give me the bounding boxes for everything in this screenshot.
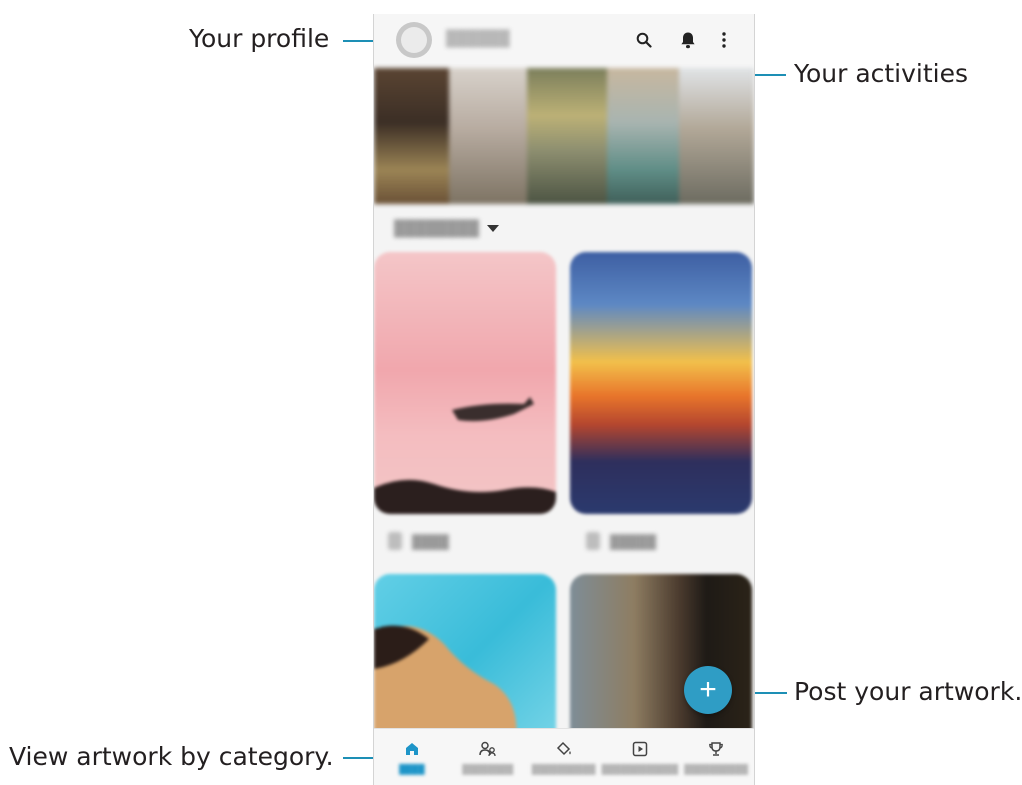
trophy-icon xyxy=(704,737,728,761)
search-icon[interactable] xyxy=(630,26,658,54)
nav-label-blurred: ████ xyxy=(399,764,425,774)
callout-post-artwork: Post your artwork. xyxy=(794,677,1022,706)
artwork-card[interactable] xyxy=(570,252,752,514)
artist-avatar xyxy=(586,532,600,550)
nav-item-home[interactable]: ████ xyxy=(374,729,450,785)
post-artwork-fab[interactable]: + xyxy=(684,666,732,714)
people-icon xyxy=(476,737,500,761)
dropdown-caret-icon xyxy=(487,225,500,232)
artwork-card[interactable] xyxy=(374,574,556,754)
discover-dropdown[interactable]: ████████ xyxy=(394,220,500,237)
callout-your-activities: Your activities xyxy=(794,59,969,88)
artwork-card[interactable] xyxy=(570,574,752,754)
nav-item-people[interactable]: ████████ xyxy=(450,729,526,785)
nav-label-blurred: ██████████ xyxy=(684,764,748,774)
callout-view-by-category: View artwork by category. xyxy=(9,742,334,771)
airplane-artwork xyxy=(374,397,556,514)
home-icon xyxy=(400,737,424,761)
nav-label-blurred: ████████████ xyxy=(601,764,679,774)
artwork-card[interactable] xyxy=(374,252,556,514)
nav-item-video[interactable]: ████████████ xyxy=(601,729,679,785)
artist-avatar xyxy=(388,532,402,550)
callout-your-profile: Your profile xyxy=(189,24,330,53)
bottom-navigation: ████ ████████ ██████████ ████████████ ██… xyxy=(374,728,754,785)
play-square-icon xyxy=(628,737,652,761)
paint-bucket-icon xyxy=(552,737,576,761)
bell-icon[interactable] xyxy=(674,26,702,54)
profile-username-blurred: ██████ xyxy=(446,30,510,47)
phone-screen: ██████ ████████ ████ █████ + ████ ██████… xyxy=(373,14,755,785)
discover-label-blurred: ████████ xyxy=(394,220,480,237)
nav-label-blurred: ████████ xyxy=(462,764,514,774)
artwork-meta-1: ████ xyxy=(388,532,449,550)
more-vertical-icon[interactable] xyxy=(710,26,738,54)
figure-artwork xyxy=(374,625,517,754)
profile-avatar[interactable] xyxy=(396,22,432,58)
featured-banner[interactable] xyxy=(374,68,754,204)
artwork-meta-2: █████ xyxy=(586,532,656,550)
nav-item-challenges[interactable]: ██████████ xyxy=(678,729,754,785)
artist-name-blurred: █████ xyxy=(610,533,657,549)
nav-label-blurred: ██████████ xyxy=(531,764,596,774)
artist-name-blurred: ████ xyxy=(412,533,449,549)
nav-item-coloring[interactable]: ██████████ xyxy=(526,729,602,785)
top-app-bar: ██████ xyxy=(374,14,754,68)
